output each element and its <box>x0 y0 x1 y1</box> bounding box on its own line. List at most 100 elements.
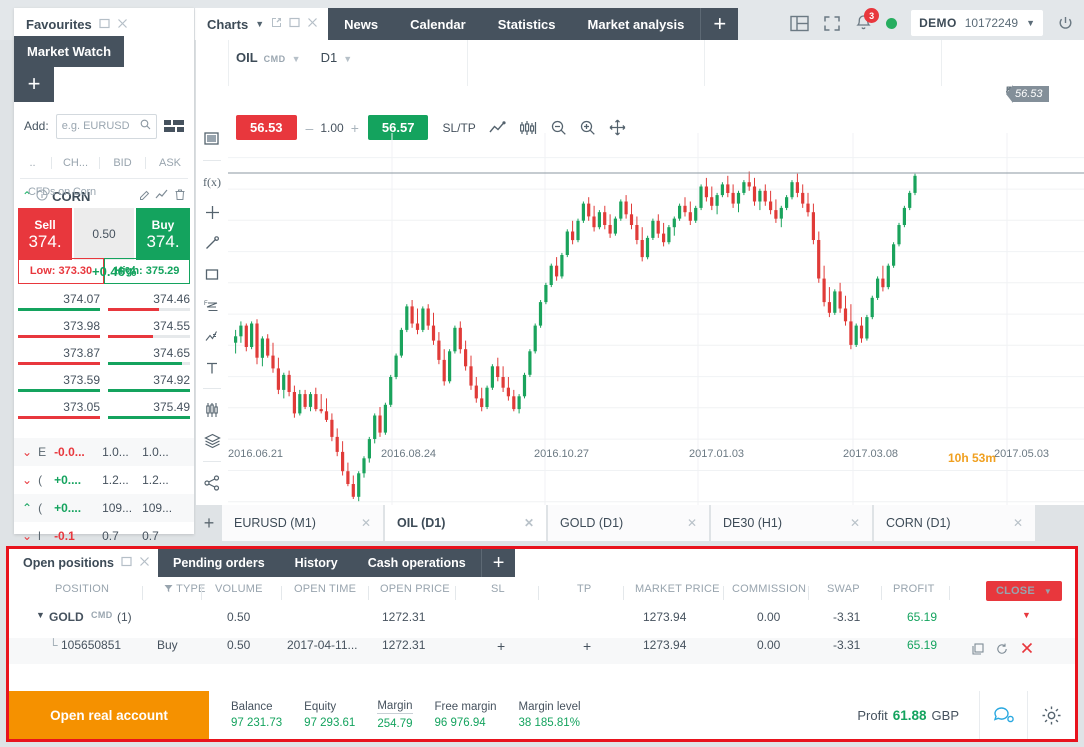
chevron-down-icon[interactable]: ⌄ <box>22 529 32 543</box>
chart-tab-gold[interactable]: GOLD (D1) ✕ <box>548 505 711 541</box>
crosshair-plus-icon[interactable] <box>197 197 227 228</box>
favourites-tab-label: Favourites <box>26 17 92 32</box>
add-label: Add: <box>24 119 49 133</box>
positions-tab-bar: Open positions Pending orders History Ca… <box>9 549 515 577</box>
instrument-symbol: ( <box>38 501 48 515</box>
tab-open-positions[interactable]: Open positions <box>9 549 158 577</box>
chart-tab-label: GOLD (D1) <box>560 516 623 530</box>
chart-tab-de30[interactable]: DE30 (H1) ✕ <box>711 505 874 541</box>
col-change[interactable]: CH... <box>52 157 100 169</box>
tab-calendar[interactable]: Calendar <box>394 8 482 40</box>
share-icon[interactable] <box>197 467 227 498</box>
buy-price: 374. <box>146 232 179 251</box>
chart-header: OIL CMD ▼ D1 ▼ <box>196 40 1084 86</box>
depth-bid: 373.05 <box>18 400 100 414</box>
chevron-down-icon[interactable]: ⌄ <box>22 445 32 459</box>
chart-timeframe-label[interactable]: D1 <box>321 50 338 65</box>
rectangle-shape-icon[interactable] <box>197 259 227 290</box>
tab-charts[interactable]: Charts ▼ <box>195 8 328 40</box>
instrument-row-3[interactable]: ⌃ ( +0.... 109... 109... <box>14 494 194 522</box>
close-icon[interactable]: ✕ <box>361 516 371 530</box>
tab-pending-orders[interactable]: Pending orders <box>158 549 280 577</box>
text-tool-icon[interactable] <box>197 352 227 383</box>
account-type-label: DEMO <box>919 16 957 30</box>
chevron-down-icon[interactable]: ▼ <box>292 54 301 64</box>
maximize-icon[interactable] <box>289 17 300 31</box>
add-instrument-input[interactable]: e.g. EURUSD <box>56 114 157 139</box>
chevron-down-icon[interactable]: ▼ <box>1026 18 1035 28</box>
tab-history[interactable]: History <box>280 549 353 577</box>
chart-price-axis[interactable]: 57.25 55.78 54.32 52.86 51.40 49.94 48.4… <box>1000 85 1084 475</box>
sell-button[interactable]: Sell 374. <box>18 208 72 260</box>
power-logout-icon[interactable] <box>1057 15 1074 32</box>
account-number-label: 10172249 <box>965 16 1018 30</box>
candle-settings-icon[interactable] <box>197 394 227 425</box>
close-icon[interactable]: ✕ <box>687 516 697 530</box>
chart-symbol-selector[interactable]: OIL CMD ▼ D1 ▼ <box>236 50 352 65</box>
buy-label: Buy <box>152 218 175 232</box>
add-chart-button[interactable]: + <box>196 505 222 541</box>
close-icon[interactable] <box>139 556 150 570</box>
account-selector[interactable]: DEMO 10172249 ▼ <box>911 10 1043 36</box>
change-percent-label: +0.46% <box>92 264 136 279</box>
chart-tab-corn[interactable]: CORN (D1) ✕ <box>874 505 1037 541</box>
chart-tab-eurusd[interactable]: EURUSD (M1) ✕ <box>222 505 385 541</box>
add-market-watch-button[interactable]: + <box>14 66 54 102</box>
close-icon[interactable]: ✕ <box>524 516 534 530</box>
instrument-row-2[interactable]: ⌄ ( +0.... 1.2... 1.2... <box>14 466 194 494</box>
buy-button[interactable]: Buy 374. <box>136 208 190 260</box>
close-icon[interactable] <box>307 17 318 31</box>
add-positions-tab-button[interactable]: + <box>481 549 516 577</box>
add-instrument-row: Add: e.g. EURUSD <box>14 106 194 146</box>
chevron-down-icon[interactable]: ▼ <box>343 54 352 64</box>
depth-ask: 375.49 <box>108 400 190 414</box>
x-tick: 2016.10.27 <box>534 448 589 460</box>
col-symbol[interactable]: .. <box>14 157 52 169</box>
trendline-icon[interactable] <box>197 228 227 259</box>
tab-market-analysis[interactable]: Market analysis <box>572 8 701 40</box>
instrument-ask: 1.2... <box>142 473 176 487</box>
layout-grid-icon[interactable] <box>164 120 184 132</box>
tab-statistics[interactable]: Statistics <box>482 8 572 40</box>
maximize-icon[interactable] <box>99 18 110 32</box>
tab-cash-operations[interactable]: Cash operations <box>353 549 481 577</box>
chart-symbol-category: CMD <box>264 54 286 64</box>
depth-bid: 373.87 <box>18 346 100 360</box>
col-ask[interactable]: ASK <box>146 157 194 169</box>
instrument-ask: 0.7 <box>142 529 176 543</box>
fibonacci-icon[interactable]: F <box>197 290 227 321</box>
edit-icon[interactable] <box>139 189 151 204</box>
elliott-wave-icon[interactable] <box>197 321 227 352</box>
layout-icon[interactable] <box>790 15 809 32</box>
chevron-down-icon[interactable]: ▼ <box>255 19 264 29</box>
col-bid[interactable]: BID <box>100 157 146 169</box>
chart-tab-label: OIL (D1) <box>397 516 445 530</box>
close-icon[interactable]: ✕ <box>1013 516 1023 530</box>
top-right-controls: 3 DEMO 10172249 ▼ <box>790 8 1074 38</box>
sell-buy-box: Sell 374. 0.50 Buy 374. <box>18 208 190 260</box>
close-icon[interactable] <box>117 18 128 32</box>
tab-news[interactable]: News <box>328 8 394 40</box>
depth-row: 373.59 374.92 <box>18 373 190 400</box>
fullscreen-icon[interactable] <box>823 15 841 32</box>
instrument-bid: 109... <box>102 501 136 515</box>
chart-icon[interactable] <box>155 189 170 204</box>
chart-style-icon[interactable] <box>197 124 227 155</box>
chevron-up-icon[interactable]: ⌃ <box>22 501 32 515</box>
secondary-tabs: News Calendar Statistics Market analysis… <box>328 8 738 40</box>
maximize-icon[interactable] <box>121 556 132 570</box>
sell-label: Sell <box>34 218 55 232</box>
search-icon[interactable] <box>140 119 151 133</box>
instrument-bid: 1.2... <box>102 473 136 487</box>
chevron-down-icon[interactable]: ⌄ <box>22 473 32 487</box>
indicators-fx-icon[interactable]: f(x) <box>197 166 227 197</box>
chart-tab-oil[interactable]: OIL (D1) ✕ <box>385 505 548 541</box>
add-tab-button[interactable]: + <box>700 8 738 40</box>
popout-icon[interactable] <box>271 17 282 31</box>
close-icon[interactable]: ✕ <box>850 516 860 530</box>
chart-tab-label: CORN (D1) <box>886 516 951 530</box>
notifications-bell-icon[interactable]: 3 <box>855 14 872 32</box>
delete-trash-icon[interactable] <box>174 188 186 204</box>
volume-input[interactable]: 0.50 <box>74 208 134 260</box>
session-countdown-timer: 10h 53m <box>948 451 996 465</box>
